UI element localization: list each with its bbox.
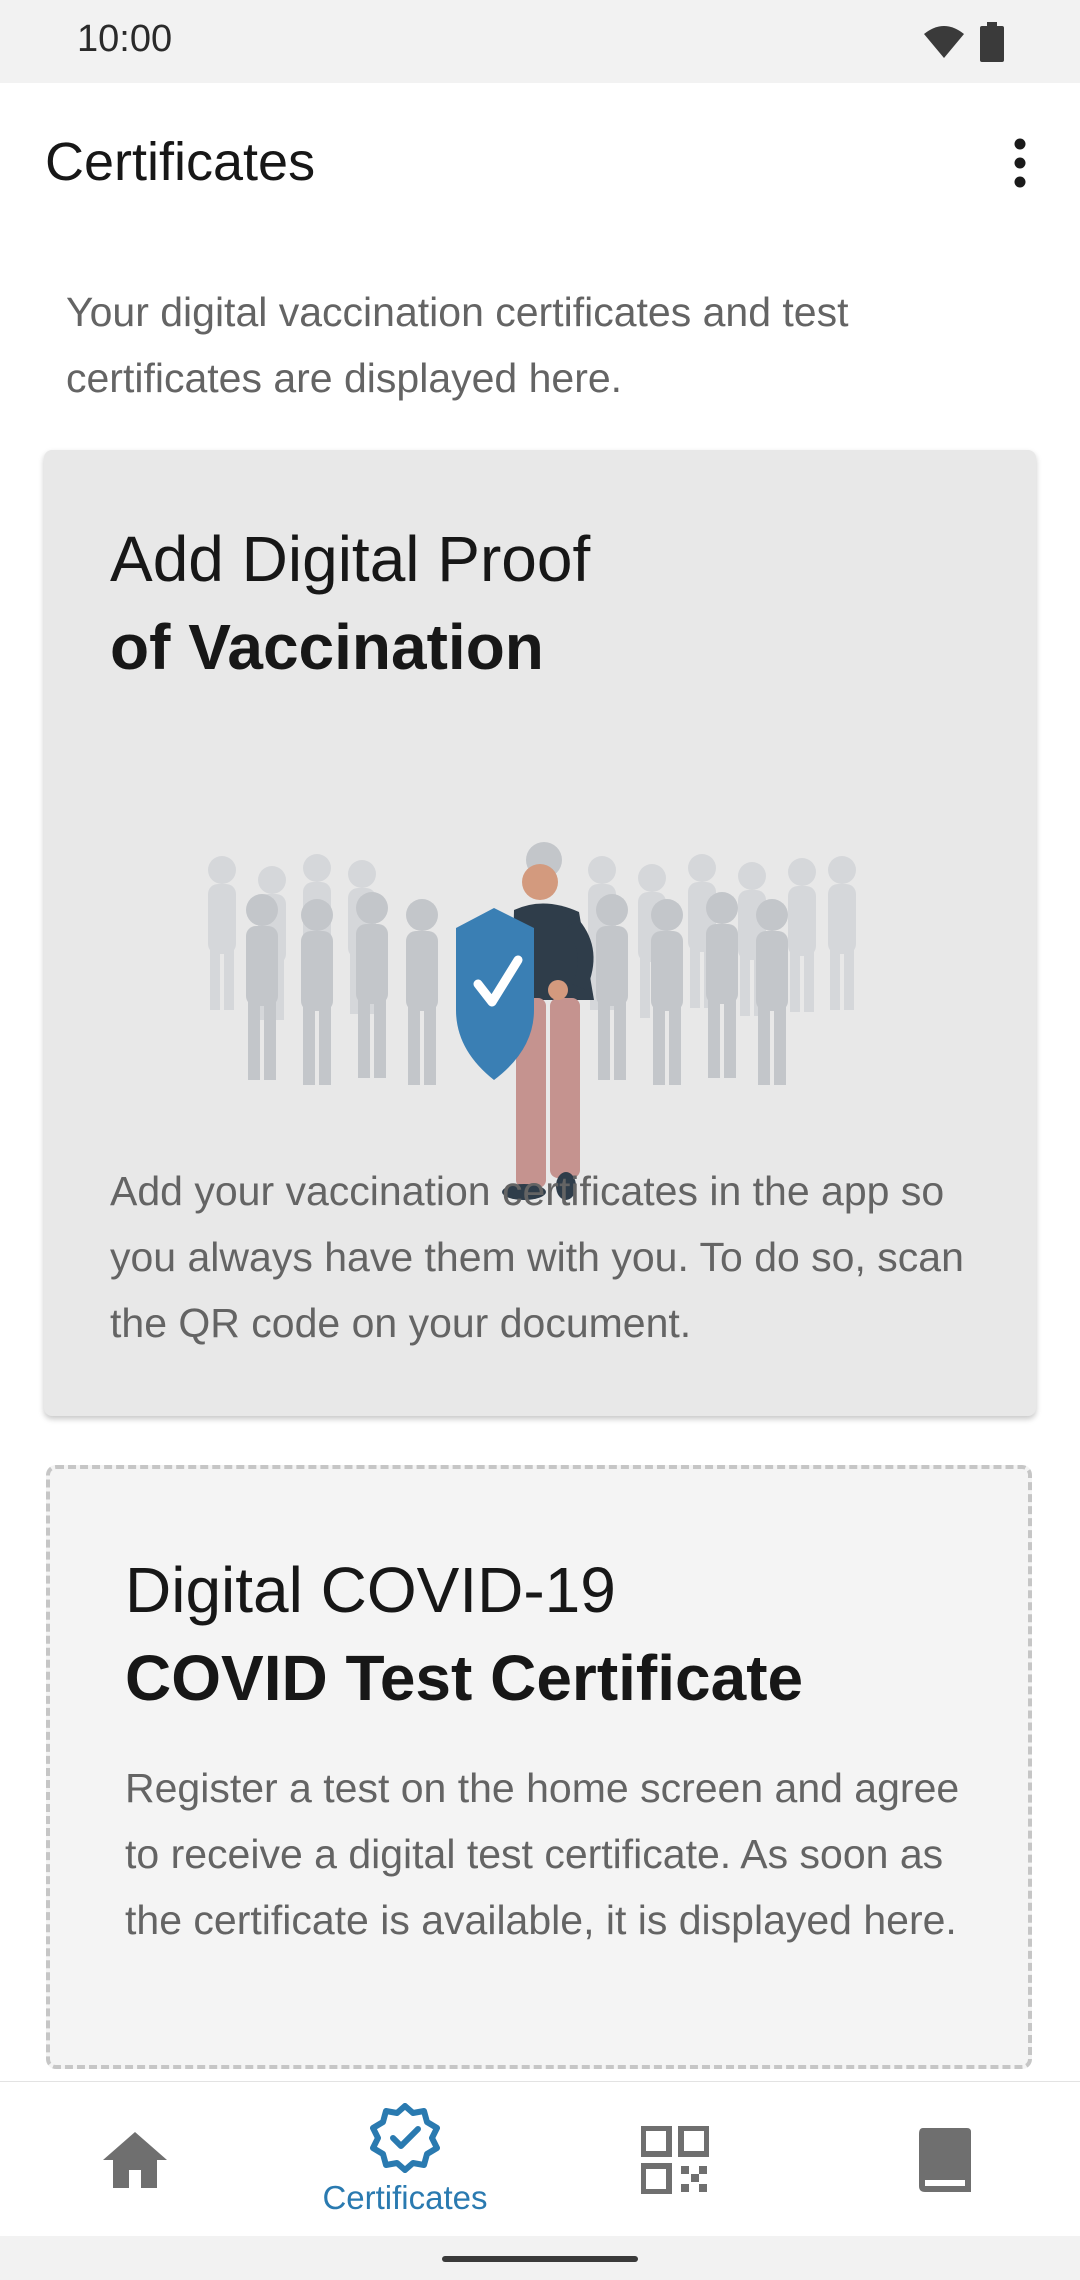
battery-icon	[980, 22, 1004, 62]
page-title: Certificates	[45, 132, 316, 192]
nav-certificates[interactable]: Certificates	[270, 2082, 540, 2237]
status-icons	[922, 22, 1004, 62]
book-icon	[919, 2127, 971, 2192]
nav-diary[interactable]	[810, 2082, 1080, 2237]
wifi-icon	[924, 26, 964, 58]
more-vert-icon[interactable]	[990, 131, 1050, 195]
test-card-subtitle: COVID Test Certificate	[125, 1642, 804, 1714]
vaccination-card-subtitle: of Vaccination	[110, 611, 544, 683]
home-gesture-handle[interactable]	[442, 2256, 638, 2262]
vaccination-card-body: Add your vaccination certificates in the…	[110, 1168, 964, 1346]
person-with-shield-illustration	[208, 842, 856, 1200]
nav-home[interactable]	[0, 2082, 270, 2237]
app-area: Certificates Your digital vaccination ce…	[0, 83, 1080, 2081]
gesture-bar	[0, 2236, 1080, 2280]
status-bar: 10:00	[0, 0, 1080, 83]
top-app-bar: Certificates	[0, 83, 1080, 243]
nav-certificates-label: Certificates	[322, 2178, 488, 2216]
test-certificate-placeholder-card: Digital COVID-19 COVID Test Certificate …	[46, 1465, 1032, 2069]
certificate-badge-icon	[370, 2102, 440, 2173]
qr-code-icon	[641, 2125, 709, 2194]
add-vaccination-card[interactable]: Add Digital Proof of Vaccination Add you…	[44, 450, 1036, 1416]
home-icon	[103, 2131, 167, 2188]
bottom-navigation: Certificates	[0, 2081, 1080, 2237]
status-time: 10:00	[77, 18, 173, 60]
intro-text: Your digital vaccination certificates an…	[66, 289, 849, 401]
test-card-body: Register a test on the home screen and a…	[125, 1765, 960, 1943]
vaccination-card-title: Add Digital Proof	[110, 523, 591, 595]
nav-scan-qr[interactable]	[540, 2082, 810, 2237]
test-card-title: Digital COVID-19	[125, 1554, 616, 1626]
